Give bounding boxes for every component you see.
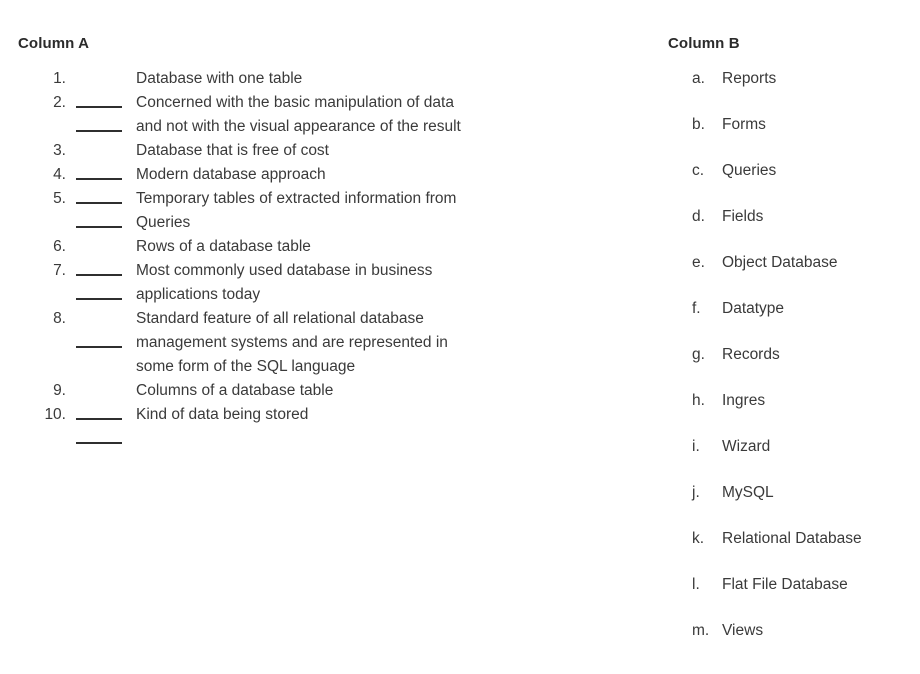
answer-blank-line[interactable] [76,298,122,300]
column-a-item-text: Database that is free of cost [136,142,329,159]
column-a-item: 10. Kind of data being stored [18,403,618,444]
column-b-heading: Column B [668,35,740,52]
column-b-item[interactable]: e. Object Database [668,251,920,297]
answer-blank-line[interactable] [76,130,122,132]
column-b-item-marker: d. [692,208,705,225]
column-a-item-text: Most commonly used database in business … [136,262,433,303]
column-a-item: 7. Most commonly used database in busines… [18,259,618,307]
column-a-item-number: 10. [44,406,66,423]
column-a-item-number: 3. [53,142,66,159]
column-a-item-number: 2. [53,94,66,111]
column-b-item[interactable]: f. Datatype [668,297,920,343]
column-b-item-text: Queries [722,162,777,179]
column-a-item-text: Kind of data being stored [136,406,309,423]
column-b-item[interactable]: a. Reports [668,67,920,113]
column-b-item-text: Views [722,622,764,639]
column-a-item-number: 8. [53,310,66,327]
column-b-item[interactable]: d. Fields [668,205,920,251]
column-a-item: 4. Modern database approach [18,163,618,204]
column-b-list: a. Reports b. Forms c. Queries d. Fields e. Objec… [668,67,920,665]
column-b-item-marker: g. [692,346,705,363]
column-b-item-marker: i. [692,438,700,455]
column-a-list: 1. Database with one table 2. Concerned wit… [18,67,618,444]
column-b-item[interactable]: i. Wizard [668,435,920,481]
column-b-item-marker: l. [692,576,700,593]
answer-blank-line[interactable] [76,226,122,228]
column-b-item-marker: b. [692,116,705,133]
column-b-item[interactable]: j. MySQL [668,481,920,527]
column-a-item: 3. Database that is free of cost [18,139,618,180]
column-b-item-text: Flat File Database [722,576,848,593]
column-a-item-text: Modern database approach [136,166,326,183]
column-b-section: Column B a. Reports b. Forms c. Queries d. Fiel… [668,34,920,665]
column-a-section: Column A 1. Database with one table 2. Conc… [18,34,618,444]
column-a-item-number: 9. [53,382,66,399]
column-a-heading: Column A [18,35,90,52]
column-b-item-marker: c. [692,162,705,179]
column-b-item-text: Records [722,346,780,363]
column-a-item-number: 4. [53,166,66,183]
column-b-item-marker: a. [692,70,705,87]
column-b-item[interactable]: k. Relational Database [668,527,920,573]
column-a-item: 8. Standard feature of all relational dat… [18,307,618,379]
column-a-item-text: Database with one table [136,70,303,87]
column-b-item[interactable]: c. Queries [668,159,920,205]
column-b-item-marker: e. [692,254,705,271]
answer-blank-line[interactable] [76,346,122,348]
column-b-item-marker: k. [692,530,705,547]
column-b-item[interactable]: g. Records [668,343,920,389]
column-b-item-text: Fields [722,208,764,225]
column-b-item-text: Ingres [722,392,766,409]
column-b-item[interactable]: m. Views [668,619,920,665]
matching-worksheet: Column A 1. Database with one table 2. Conc… [0,0,920,674]
column-a-item: 2. Concerned with the basic manipulation … [18,91,618,139]
column-a-item: 1. Database with one table [18,67,618,108]
column-b-item-text: Wizard [722,438,771,455]
answer-blank-line[interactable] [76,442,122,444]
column-a-item-number: 7. [53,262,66,279]
column-b-item[interactable]: h. Ingres [668,389,920,435]
column-a-item-text: Columns of a database table [136,382,334,399]
column-b-item-text: Forms [722,116,766,133]
column-b-item-text: Object Database [722,254,838,271]
column-a-item-text: Standard feature of all relational datab… [136,310,448,375]
column-a-item-number: 5. [53,190,66,207]
column-a-item-number: 6. [53,238,66,255]
column-b-item[interactable]: b. Forms [668,113,920,159]
column-a-item: 5. Temporary tables of extracted informat… [18,187,618,235]
column-a-item-text: Rows of a database table [136,238,311,255]
column-b-item-text: MySQL [722,484,774,501]
column-a-item-text: Temporary tables of extracted informatio… [136,190,457,231]
column-b-item-marker: m. [692,622,710,639]
column-b-item-text: Datatype [722,300,785,317]
column-a-item: 9. Columns of a database table [18,379,618,420]
column-b-item-marker: h. [692,392,705,409]
column-b-item[interactable]: l. Flat File Database [668,573,920,619]
column-b-item-marker: j. [692,484,700,501]
column-b-item-text: Reports [722,70,777,87]
column-a-item-text: Concerned with the basic manipulation of… [136,94,461,135]
column-a-item: 6. Rows of a database table [18,235,618,276]
column-b-item-marker: f. [692,300,701,317]
column-b-item-text: Relational Database [722,530,862,547]
column-a-item-number: 1. [53,70,66,87]
